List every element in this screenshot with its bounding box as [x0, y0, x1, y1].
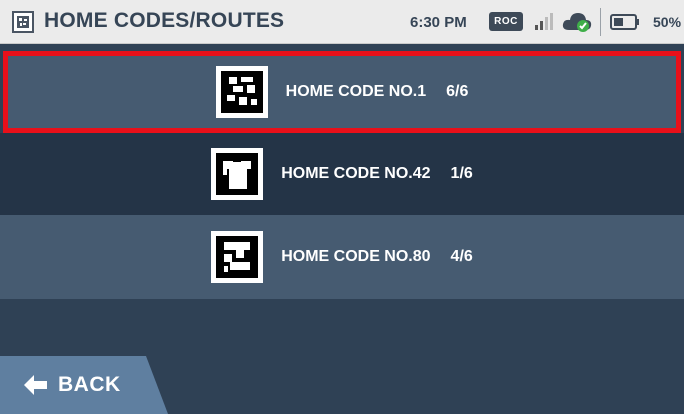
route-count: 1/6: [450, 165, 473, 182]
route-label: HOME CODE NO.1: [285, 83, 427, 100]
page-title: HOME CODES/ROUTES: [44, 9, 285, 32]
home-code-42-icon: [211, 148, 264, 200]
route-count: 4/6: [450, 248, 473, 265]
route-row-home-code-42[interactable]: HOME CODE NO.42 1/6: [0, 133, 684, 215]
clock: 6:30 PM: [410, 14, 467, 31]
arrow-left-icon: [24, 375, 47, 395]
signal-icon: [535, 13, 553, 30]
back-button[interactable]: BACK: [0, 356, 168, 414]
roc-badge: ROC: [489, 12, 523, 31]
route-count: 6/6: [446, 83, 469, 100]
qr-code-icon: [12, 11, 34, 33]
battery-percent: 50%: [653, 14, 682, 30]
back-label: BACK: [58, 373, 121, 396]
route-label: HOME CODE NO.42: [281, 165, 431, 182]
home-code-80-icon: [211, 231, 264, 283]
route-row-home-code-1[interactable]: HOME CODE NO.1 6/6: [3, 51, 681, 133]
battery-icon: [610, 14, 639, 30]
status-divider: [600, 8, 601, 36]
cloud-check-icon: [562, 13, 592, 32]
status-bar: HOME CODES/ROUTES 6:30 PM ROC 50%: [0, 0, 684, 44]
route-row-home-code-80[interactable]: HOME CODE NO.80 4/6: [0, 215, 684, 299]
route-label: HOME CODE NO.80: [281, 248, 431, 265]
home-code-1-icon: [215, 66, 268, 118]
